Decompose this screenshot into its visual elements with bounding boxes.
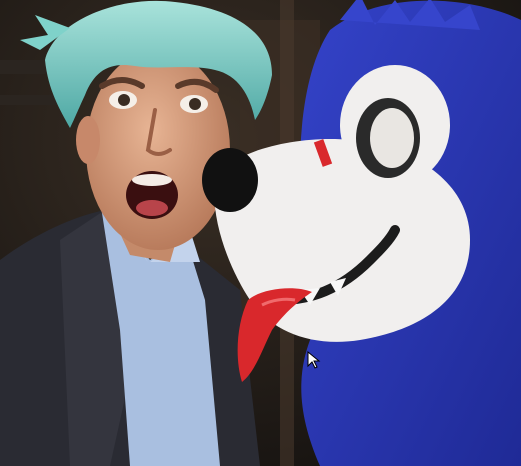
costume-nose — [202, 148, 258, 212]
wall-shelf-2 — [0, 95, 60, 105]
pupil-right — [189, 98, 201, 110]
mouth-teeth — [132, 174, 172, 186]
ear — [76, 116, 100, 164]
scene-svg — [0, 0, 521, 466]
mouth-tongue — [136, 200, 168, 216]
costume-eye-white — [370, 108, 414, 168]
photo-frame — [0, 0, 521, 466]
pupil-left — [118, 94, 130, 106]
